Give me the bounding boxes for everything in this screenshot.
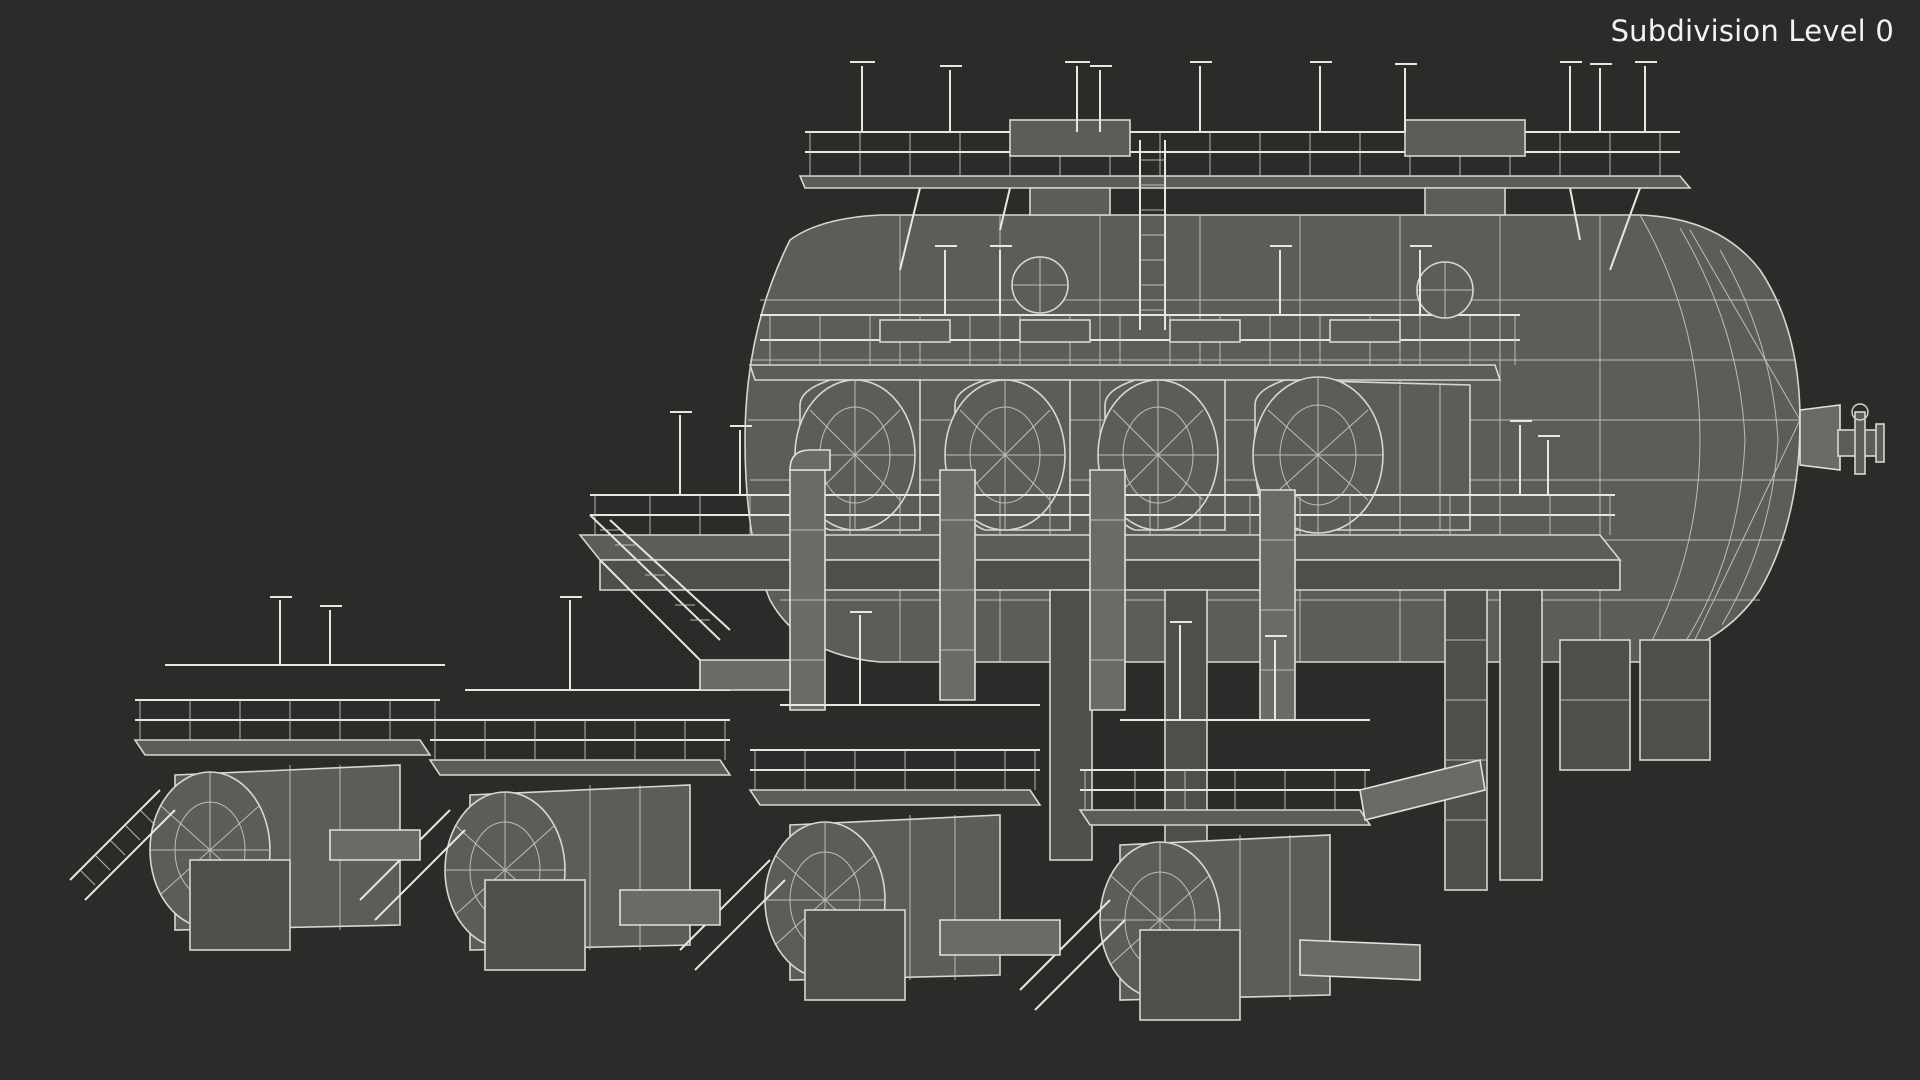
wireframe-model-industrial-separator-unit [69, 61, 1885, 1021]
subdivision-level-label: Subdivision Level 0 [1610, 14, 1894, 48]
horizontal-vessels-row [794, 376, 1471, 534]
skid-unit-4 [939, 621, 1421, 1021]
render-viewport: Subdivision Level 0 [0, 0, 1920, 1080]
skid-unit-1 [69, 596, 445, 951]
lamp-posts-top [850, 61, 1657, 132]
